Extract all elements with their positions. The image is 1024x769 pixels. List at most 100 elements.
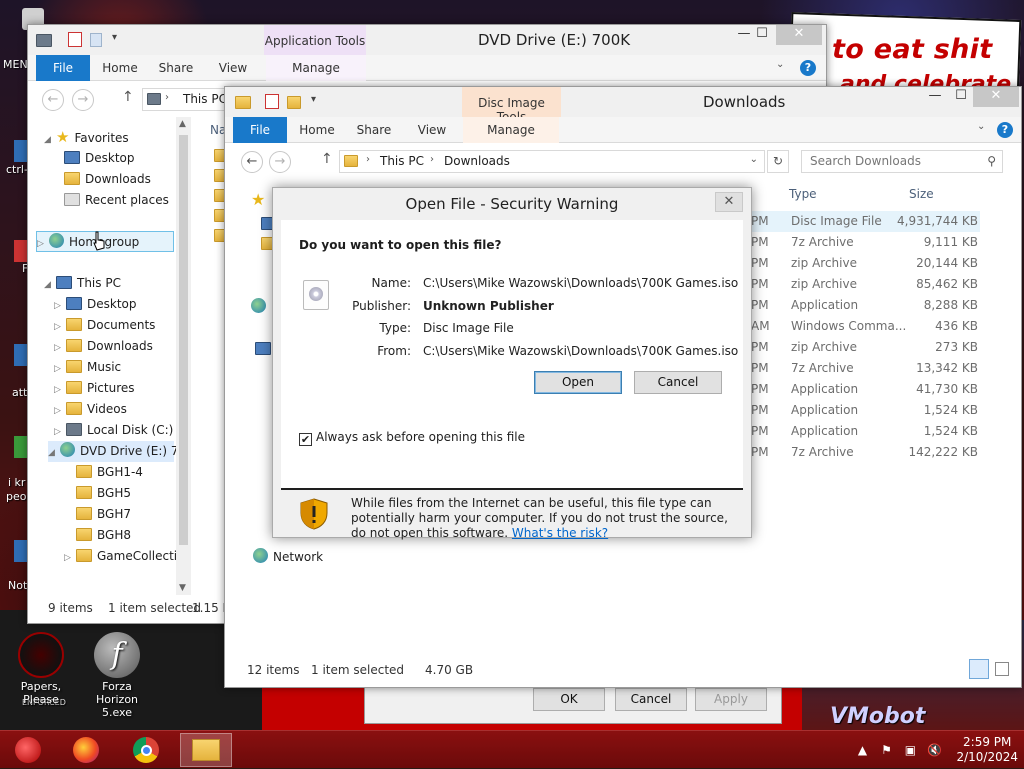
tab-file[interactable]: File	[36, 55, 90, 81]
refresh-button[interactable]: ↻	[767, 150, 789, 173]
tree-item-downloads[interactable]: Downloads	[64, 169, 151, 190]
properties-icon[interactable]	[68, 32, 82, 47]
table-row[interactable]: AM Windows Comma... 436 KB	[745, 316, 980, 337]
expand-icon[interactable]: ▷	[37, 234, 49, 255]
tab-manage[interactable]: Manage	[463, 117, 559, 143]
help-icon[interactable]: ?	[800, 60, 816, 76]
expand-icon[interactable]: ▷	[54, 296, 66, 317]
volume-muted-icon[interactable]: 🔇	[925, 742, 943, 758]
nav-scrollbar[interactable]: ▲ ▼	[176, 117, 191, 595]
tab-share[interactable]: Share	[347, 117, 401, 143]
file-explorer-button[interactable]	[180, 733, 232, 767]
start-button[interactable]	[2, 733, 54, 767]
tree-item-dvd-drive[interactable]: ◢ DVD Drive (E:) 70	[48, 441, 186, 462]
maximize-button[interactable]: ☐	[947, 87, 975, 107]
dialog-close-button[interactable]: ✕	[715, 192, 743, 212]
column-header-type[interactable]: Type	[789, 183, 817, 205]
tree-item-folder[interactable]: ▷ GameCollectio	[64, 546, 184, 567]
column-header-size[interactable]: Size	[909, 183, 934, 205]
ok-button[interactable]: OK	[533, 688, 605, 711]
open-button[interactable]: Open	[534, 371, 622, 394]
tab-view[interactable]: View	[206, 55, 260, 81]
up-arrow-icon[interactable]: ↑	[321, 151, 333, 167]
new-folder-icon[interactable]	[90, 33, 102, 47]
large-icons-view-icon[interactable]	[995, 662, 1009, 676]
tab-home[interactable]: Home	[291, 117, 343, 143]
tree-item-folder[interactable]: BGH1-4	[76, 462, 143, 483]
title-bar[interactable]: ▾ Application Tools DVD Drive (E:) 700K …	[28, 25, 826, 80]
expand-ribbon-icon[interactable]: ⌄	[776, 59, 784, 70]
quick-access-dropdown-icon[interactable]: ▾	[311, 94, 316, 105]
scroll-thumb[interactable]	[179, 135, 188, 545]
desktop-icon-forza[interactable]: f Forza Horizon 5.exe	[80, 632, 154, 719]
chrome-button[interactable]	[120, 733, 172, 767]
tree-item-folder[interactable]: BGH8	[76, 525, 131, 546]
tree-item-pc-downloads[interactable]: ▷ Downloads	[54, 336, 153, 357]
expand-icon[interactable]: ▷	[54, 338, 66, 359]
tree-this-pc[interactable]: ◢ This PC	[44, 273, 121, 294]
search-input[interactable]: Search Downloads ⚲	[801, 150, 1003, 173]
tree-item-pictures[interactable]: ▷ Pictures	[54, 378, 135, 399]
minimize-button[interactable]: —	[921, 87, 949, 107]
tab-manage[interactable]: Manage	[266, 55, 366, 81]
tree-item-folder[interactable]: BGH5	[76, 483, 131, 504]
tab-home[interactable]: Home	[94, 55, 146, 81]
tree-item-pc-desktop[interactable]: ▷ Desktop	[54, 294, 137, 315]
expand-ribbon-icon[interactable]: ⌄	[977, 121, 985, 132]
table-row[interactable]: PM zip Archive 20,144 KB	[745, 253, 980, 274]
show-hidden-icons[interactable]: ▲	[853, 742, 871, 758]
expand-icon[interactable]: ▷	[54, 380, 66, 401]
tree-item-folder[interactable]: BGH7	[76, 504, 131, 525]
close-button[interactable]: ✕	[973, 87, 1019, 107]
tree-item-local-disk[interactable]: ▷ Local Disk (C:)	[54, 420, 173, 441]
expand-icon[interactable]: ▷	[64, 548, 76, 569]
firefox-button[interactable]	[60, 733, 112, 767]
table-row[interactable]: PM Application 1,524 KB	[745, 400, 980, 421]
table-row[interactable]: PM Disc Image File 4,931,744 KB	[745, 211, 980, 232]
always-ask-checkbox[interactable]: ✔	[299, 433, 312, 446]
table-row[interactable]: PM zip Archive 85,462 KB	[745, 274, 980, 295]
table-row[interactable]: PM 7z Archive 13,342 KB	[745, 358, 980, 379]
breadcrumb-item[interactable]: Downloads	[444, 154, 510, 168]
always-ask-option[interactable]: ✔ Always ask before opening this file	[299, 430, 525, 446]
properties-icon[interactable]	[265, 94, 279, 109]
tab-file[interactable]: File	[233, 117, 287, 143]
close-button[interactable]: ✕	[776, 25, 822, 45]
table-row[interactable]: PM 7z Archive 9,111 KB	[745, 232, 980, 253]
tree-item-documents[interactable]: ▷ Documents	[54, 315, 155, 336]
tab-share[interactable]: Share	[150, 55, 202, 81]
help-icon[interactable]: ?	[997, 122, 1013, 138]
scroll-up-icon[interactable]: ▲	[179, 119, 186, 129]
tree-favorites[interactable]: ◢ ★ Favorites	[44, 127, 129, 148]
back-arrow-icon[interactable]: ←	[42, 89, 64, 111]
new-folder-icon[interactable]	[287, 96, 301, 109]
table-row[interactable]: PM 7z Archive 142,222 KB	[745, 442, 980, 463]
apply-button[interactable]: Apply	[695, 688, 767, 711]
expand-icon[interactable]: ▷	[54, 422, 66, 443]
up-arrow-icon[interactable]: ↑	[122, 89, 134, 105]
action-center-flag-icon[interactable]: ⚑	[877, 742, 895, 758]
clock[interactable]: 2:59 PM 2/10/2024	[956, 735, 1018, 765]
scroll-down-icon[interactable]: ▼	[179, 583, 186, 593]
back-arrow-icon[interactable]: ←	[241, 151, 263, 173]
forward-arrow-icon[interactable]: →	[72, 89, 94, 111]
whats-the-risk-link[interactable]: What's the risk?	[512, 526, 608, 540]
maximize-button[interactable]: ☐	[748, 25, 776, 45]
expand-icon[interactable]: ▷	[54, 401, 66, 422]
expand-icon[interactable]: ▷	[54, 317, 66, 338]
expand-icon[interactable]: ▷	[54, 359, 66, 380]
address-bar[interactable]: › This PC › Downloads ⌄	[339, 150, 765, 173]
table-row[interactable]: PM Application 8,288 KB	[745, 295, 980, 316]
address-dropdown-icon[interactable]: ⌄	[750, 154, 758, 165]
security-warning-dialog[interactable]: Open File - Security Warning ✕ Do you wa…	[272, 187, 752, 540]
tree-item-recent[interactable]: Recent places	[64, 190, 169, 211]
cancel-button[interactable]: Cancel	[615, 688, 687, 711]
table-row[interactable]: PM zip Archive 273 KB	[745, 337, 980, 358]
tree-network[interactable]: Network	[253, 547, 323, 568]
quick-access-dropdown-icon[interactable]: ▾	[112, 32, 117, 43]
table-row[interactable]: PM Application 41,730 KB	[745, 379, 980, 400]
forward-arrow-icon[interactable]: →	[269, 151, 291, 173]
collapse-icon[interactable]: ◢	[44, 275, 56, 296]
tree-item-desktop[interactable]: Desktop	[64, 148, 135, 169]
breadcrumb-item[interactable]: This PC	[380, 154, 424, 168]
